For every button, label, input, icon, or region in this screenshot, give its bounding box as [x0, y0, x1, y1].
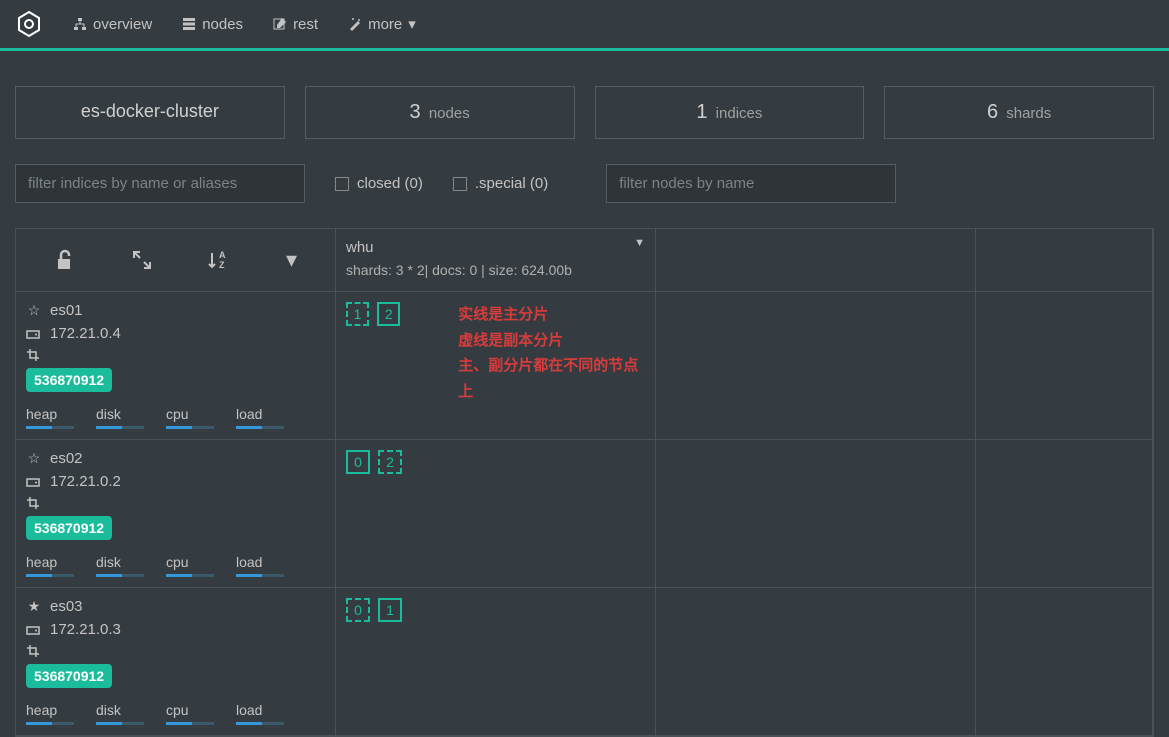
nav-overview[interactable]: overview — [73, 16, 152, 33]
checkbox-label: .special (0) — [475, 175, 548, 192]
heap-badge: 536870912 — [26, 368, 112, 392]
hdd-icon — [26, 328, 42, 340]
annotation-text: 实线是主分片 虚线是副本分片 主、副分片都在不同的节点上 — [458, 302, 645, 404]
nav-label: rest — [293, 16, 318, 33]
node-ip: 172.21.0.3 — [50, 621, 121, 638]
shard-cell: 1 2 实线是主分片 虚线是副本分片 主、副分片都在不同的节点上 — [336, 292, 656, 440]
node-name[interactable]: es02 — [50, 450, 83, 467]
filter-nodes-input[interactable] — [606, 164, 896, 203]
metric-disk[interactable]: disk — [96, 406, 144, 429]
shards-count-box[interactable]: 6 shards — [884, 86, 1154, 139]
node-ip: 172.21.0.4 — [50, 325, 121, 342]
shard-cell: 0 2 — [336, 440, 656, 588]
app-logo — [15, 10, 43, 38]
special-checkbox[interactable]: .special (0) — [453, 175, 548, 192]
hdd-icon — [26, 624, 42, 636]
filter-row: closed (0) .special (0) — [0, 164, 1169, 228]
index-header[interactable]: whu shards: 3 * 2| docs: 0 | size: 624.0… — [336, 229, 656, 292]
count-value: 1 — [696, 101, 707, 123]
empty-cell — [656, 440, 976, 588]
star-outline-icon[interactable]: ☆ — [26, 450, 42, 467]
count-label: indices — [716, 105, 763, 122]
sitemap-icon — [73, 17, 87, 31]
shard-replica[interactable]: 1 — [346, 302, 369, 326]
hdd-icon — [26, 476, 42, 488]
summary-row: es-docker-cluster 3 nodes 1 indices 6 sh… — [0, 51, 1169, 164]
node-name[interactable]: es03 — [50, 598, 83, 615]
heap-badge: 536870912 — [26, 516, 112, 540]
checkbox-label: closed (0) — [357, 175, 423, 192]
checkbox-icon — [335, 177, 349, 191]
expand-icon[interactable] — [132, 250, 152, 270]
nodes-count-box[interactable]: 3 nodes — [305, 86, 575, 139]
shard-replica[interactable]: 0 — [346, 598, 370, 622]
nav-nodes[interactable]: nodes — [182, 16, 243, 33]
count-value: 3 — [410, 101, 421, 123]
main-grid: AZ ▾ whu shards: 3 * 2| docs: 0 | size: … — [15, 228, 1154, 737]
nav-rest[interactable]: rest — [273, 16, 318, 33]
nav-more[interactable]: more ▾ — [348, 15, 416, 33]
node-cell: ☆ es02 172.21.0.2 536870912 heap disk cp… — [16, 440, 336, 588]
database-icon — [182, 17, 196, 31]
unlock-icon[interactable] — [54, 249, 76, 271]
magic-icon — [348, 17, 362, 31]
shard-primary[interactable]: 0 — [346, 450, 370, 474]
count-label: shards — [1006, 105, 1051, 122]
edit-icon — [273, 17, 287, 31]
star-filled-icon[interactable]: ★ — [26, 598, 42, 615]
closed-checkbox[interactable]: closed (0) — [335, 175, 423, 192]
metric-heap[interactable]: heap — [26, 406, 74, 429]
sort-alpha-icon[interactable]: AZ — [208, 249, 230, 271]
svg-text:A: A — [219, 250, 226, 260]
empty-cell — [976, 292, 1153, 440]
crop-icon[interactable] — [26, 348, 42, 362]
crop-icon[interactable] — [26, 496, 42, 510]
filter-indices-input[interactable] — [15, 164, 305, 203]
empty-header — [656, 229, 976, 292]
nav-label: overview — [93, 16, 152, 33]
cluster-name-box[interactable]: es-docker-cluster — [15, 86, 285, 139]
header-controls: AZ ▾ — [16, 229, 336, 292]
crop-icon[interactable] — [26, 644, 42, 658]
metrics-row: heap disk cpu load — [26, 554, 325, 577]
metric-load[interactable]: load — [236, 406, 284, 429]
nav-label: nodes — [202, 16, 243, 33]
node-cell: ☆ es01 172.21.0.4 536870912 heap disk cp… — [16, 292, 336, 440]
node-ip: 172.21.0.2 — [50, 473, 121, 490]
caret-down-icon: ▼ — [634, 237, 645, 249]
metric-disk[interactable]: disk — [96, 554, 144, 577]
node-name[interactable]: es01 — [50, 302, 83, 319]
count-label: nodes — [429, 105, 470, 122]
cluster-name: es-docker-cluster — [81, 101, 219, 121]
empty-header — [976, 229, 1153, 292]
svg-text:Z: Z — [219, 260, 225, 270]
index-stats: shards: 3 * 2| docs: 0 | size: 624.00b — [346, 262, 645, 278]
indices-count-box[interactable]: 1 indices — [595, 86, 865, 139]
top-nav: overview nodes rest more ▾ — [0, 0, 1169, 51]
star-outline-icon[interactable]: ☆ — [26, 302, 42, 319]
empty-cell — [656, 292, 976, 440]
index-name: whu — [346, 239, 645, 256]
metrics-row: heap disk cpu load — [26, 406, 325, 429]
chevron-down-icon: ▾ — [408, 15, 416, 33]
heap-badge: 536870912 — [26, 664, 112, 688]
shard-primary[interactable]: 2 — [377, 302, 400, 326]
metric-cpu[interactable]: cpu — [166, 406, 214, 429]
caret-down-icon[interactable]: ▾ — [286, 247, 297, 273]
metric-heap[interactable]: heap — [26, 554, 74, 577]
metric-load[interactable]: load — [236, 554, 284, 577]
checkbox-icon — [453, 177, 467, 191]
nav-label: more — [368, 16, 402, 33]
count-value: 6 — [987, 101, 998, 123]
shard-primary[interactable]: 1 — [378, 598, 402, 622]
empty-cell — [976, 440, 1153, 588]
metric-cpu[interactable]: cpu — [166, 554, 214, 577]
shard-replica[interactable]: 2 — [378, 450, 402, 474]
